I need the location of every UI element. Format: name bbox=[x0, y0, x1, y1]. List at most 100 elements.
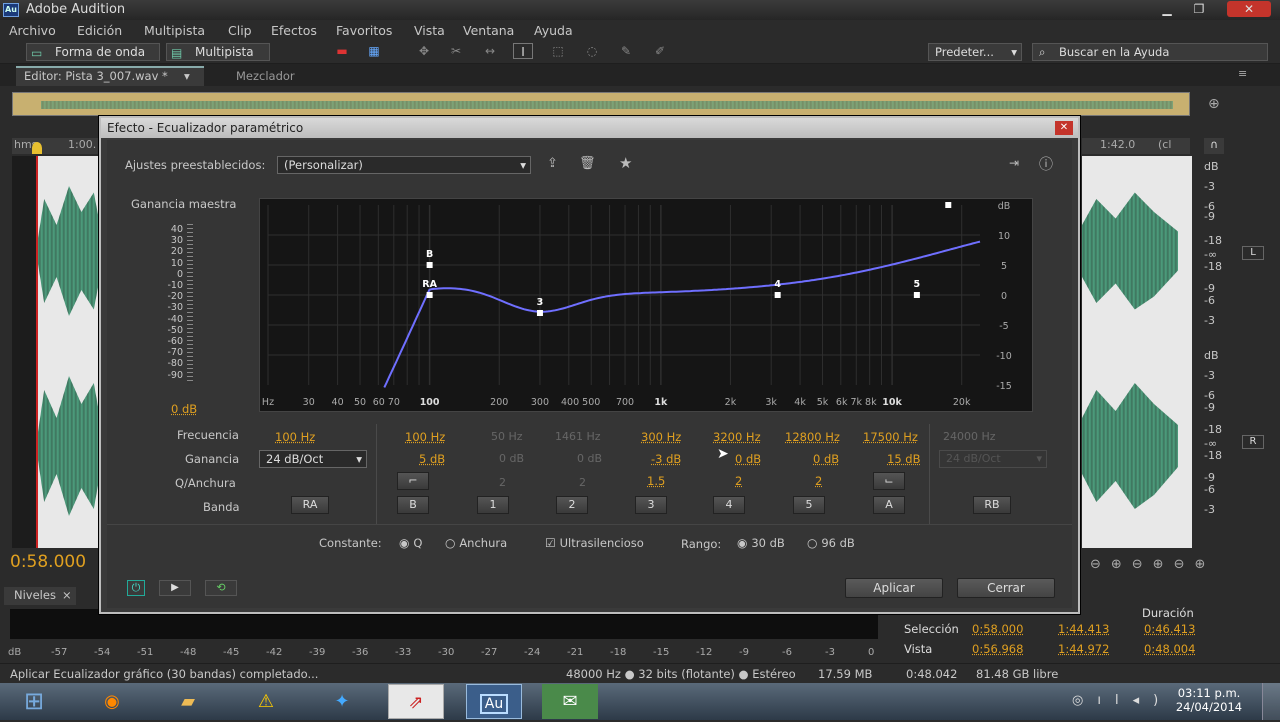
band-3-freq[interactable]: 300 Hz bbox=[641, 430, 681, 444]
band-rb-button[interactable]: RB bbox=[973, 496, 1011, 514]
power-toggle-icon[interactable]: ⏻ bbox=[127, 580, 145, 596]
favorite-star-icon[interactable]: ★ bbox=[619, 154, 632, 172]
band-1-gain[interactable]: 0 dB bbox=[499, 452, 524, 465]
band-4-q[interactable]: 2 bbox=[735, 474, 742, 488]
highpass-slope-select[interactable]: 24 dB/Oct ▾ bbox=[259, 450, 367, 468]
tab-mixer[interactable]: Mezclador bbox=[236, 69, 295, 83]
panel-menu-icon[interactable]: ≡ bbox=[1238, 67, 1247, 80]
multitrack-view-button[interactable]: ▤ Multipista bbox=[166, 43, 270, 61]
channel-right-button[interactable]: R bbox=[1242, 435, 1264, 449]
spectral-display-icon[interactable]: ▬ bbox=[332, 43, 352, 59]
apply-button[interactable]: Aplicar bbox=[845, 578, 943, 598]
move-tool-icon[interactable]: ✥ bbox=[414, 43, 434, 59]
workspace-select[interactable]: Predeter... ▾ bbox=[928, 43, 1022, 61]
marquee-tool-icon[interactable]: ⬚ bbox=[548, 43, 568, 59]
zoom-controls[interactable]: ⊖⊕⊖⊕⊖⊕ bbox=[1090, 557, 1270, 572]
app-red-icon[interactable]: ⇗ bbox=[388, 684, 444, 719]
band-1-q[interactable]: 2 bbox=[499, 476, 506, 489]
slip-tool-icon[interactable]: ↔ bbox=[480, 43, 500, 59]
view-duration[interactable]: 0:48.004 bbox=[1144, 642, 1195, 656]
time-display[interactable]: 0:58.000 bbox=[10, 552, 86, 572]
show-desktop-button[interactable] bbox=[1262, 683, 1280, 720]
explorer-icon[interactable]: ▰ bbox=[160, 684, 216, 719]
waveform-area-right[interactable] bbox=[1082, 156, 1192, 548]
band-5-button[interactable]: 5 bbox=[793, 496, 825, 514]
healing-tool-icon[interactable]: ✐ bbox=[650, 43, 670, 59]
presets-select[interactable]: (Personalizar) ▾ bbox=[277, 156, 531, 174]
close-window-button[interactable]: ✕ bbox=[1227, 1, 1271, 17]
band-ra-button[interactable]: RA bbox=[291, 496, 329, 514]
lowpass-slope-select[interactable]: 24 dB/Oct ▾ bbox=[939, 450, 1047, 468]
start-button-icon[interactable]: ⊞ bbox=[6, 684, 62, 719]
band-3-gain[interactable]: -3 dB bbox=[651, 452, 681, 466]
help-search-input[interactable]: ⌕ Buscar en la Ayuda bbox=[1032, 43, 1268, 61]
band-b-freq[interactable]: 100 Hz bbox=[405, 430, 445, 444]
view-end[interactable]: 1:44.972 bbox=[1058, 642, 1109, 656]
channel-left-button[interactable]: L bbox=[1242, 246, 1264, 260]
band-b-gain[interactable]: 5 dB bbox=[419, 452, 445, 466]
band-4-freq[interactable]: 3200 Hz bbox=[713, 430, 761, 444]
dialog-close-icon[interactable]: ✕ bbox=[1055, 121, 1073, 135]
menu-vista[interactable]: Vista bbox=[414, 23, 445, 38]
app-bird-icon[interactable]: ✦ bbox=[314, 684, 370, 719]
razor-tool-icon[interactable]: ✂ bbox=[446, 43, 466, 59]
band-rb-freq[interactable]: 24000 Hz bbox=[943, 430, 996, 443]
time-selection-tool-icon[interactable]: I bbox=[513, 43, 533, 59]
high-shelf-icon[interactable]: ⌙ bbox=[873, 472, 905, 490]
master-gain-value[interactable]: 0 dB bbox=[171, 402, 197, 416]
band-2-freq[interactable]: 1461 Hz bbox=[555, 430, 601, 443]
waveform-display-icon[interactable]: ▦ bbox=[364, 43, 384, 59]
eq-graph-svg[interactable]: Hz 30 40 50 60 70 100 200 300 400 500 700 1k 2k 3k 4k… bbox=[260, 199, 1034, 413]
band-1-button[interactable]: 1 bbox=[477, 496, 509, 514]
band-a-gain[interactable]: 15 dB bbox=[887, 452, 920, 466]
waveform-area-left[interactable] bbox=[12, 156, 100, 548]
save-preset-icon[interactable]: ⇪ bbox=[547, 156, 558, 171]
eq-graph[interactable]: Hz 30 40 50 60 70 100 200 300 400 500 700 1k 2k 3k 4k… bbox=[259, 198, 1033, 412]
band-3-q[interactable]: 1.5 bbox=[647, 474, 665, 488]
ultra-quiet-checkbox[interactable]: ☑ Ultrasilencioso bbox=[545, 536, 644, 550]
routing-icon[interactable]: ⇥ bbox=[1009, 156, 1019, 170]
selection-end[interactable]: 1:44.413 bbox=[1058, 622, 1109, 636]
band-3-button[interactable]: 3 bbox=[635, 496, 667, 514]
brush-tool-icon[interactable]: ✎ bbox=[616, 43, 636, 59]
menu-efectos[interactable]: Efectos bbox=[271, 23, 317, 38]
tab-levels[interactable]: Niveles × bbox=[4, 587, 76, 605]
menu-ayuda[interactable]: Ayuda bbox=[534, 23, 573, 38]
low-shelf-icon[interactable]: ⌐ bbox=[397, 472, 429, 490]
band-4-gain[interactable]: 0 dB bbox=[735, 452, 761, 466]
zoom-to-fit-icon[interactable]: ⊕ bbox=[1208, 96, 1220, 112]
radio-width[interactable]: ○ Anchura bbox=[445, 536, 507, 550]
selection-duration[interactable]: 0:46.413 bbox=[1144, 622, 1195, 636]
loop-icon[interactable]: ⟲ bbox=[205, 580, 237, 596]
playhead-marker-icon[interactable] bbox=[32, 142, 42, 154]
selection-start[interactable]: 0:58.000 bbox=[972, 622, 1023, 636]
menu-ventana[interactable]: Ventana bbox=[463, 23, 514, 38]
audition-taskbar-icon[interactable]: Au bbox=[466, 684, 522, 719]
app-green-icon[interactable]: ✉ bbox=[542, 684, 598, 719]
maximize-button[interactable]: ❐ bbox=[1186, 1, 1212, 17]
menu-multipista[interactable]: Multipista bbox=[144, 23, 205, 38]
close-icon[interactable]: × bbox=[62, 587, 72, 604]
info-icon[interactable]: ⓘ bbox=[1039, 154, 1053, 174]
play-icon[interactable]: ▶ bbox=[159, 580, 191, 596]
radio-range-30[interactable]: ◉ 30 dB bbox=[737, 536, 785, 550]
tab-menu-chevron-icon[interactable]: ▾ bbox=[184, 68, 190, 85]
headphone-icon[interactable]: ∩ bbox=[1204, 138, 1224, 154]
band-5-freq[interactable]: 12800 Hz bbox=[785, 430, 840, 444]
band-b-button[interactable]: B bbox=[397, 496, 429, 514]
band-a-freq[interactable]: 17500 Hz bbox=[863, 430, 918, 444]
menu-favoritos[interactable]: Favoritos bbox=[336, 23, 392, 38]
band-4-button[interactable]: 4 bbox=[713, 496, 745, 514]
view-start[interactable]: 0:56.968 bbox=[972, 642, 1023, 656]
menu-edicion[interactable]: Edición bbox=[77, 23, 122, 38]
waveform-view-button[interactable]: ▭ Forma de onda bbox=[26, 43, 160, 61]
waveform-overview[interactable] bbox=[12, 92, 1190, 116]
tray-icons[interactable]: ◎ıl◂) bbox=[1072, 693, 1172, 708]
app-warning-icon[interactable]: ⚠ bbox=[238, 684, 294, 719]
lasso-tool-icon[interactable]: ◌ bbox=[582, 43, 602, 59]
band-5-q[interactable]: 2 bbox=[815, 474, 822, 488]
band-a-button[interactable]: A bbox=[873, 496, 905, 514]
band-2-button[interactable]: 2 bbox=[556, 496, 588, 514]
close-button[interactable]: Cerrar bbox=[957, 578, 1055, 598]
firefox-icon[interactable]: ◉ bbox=[84, 684, 140, 719]
